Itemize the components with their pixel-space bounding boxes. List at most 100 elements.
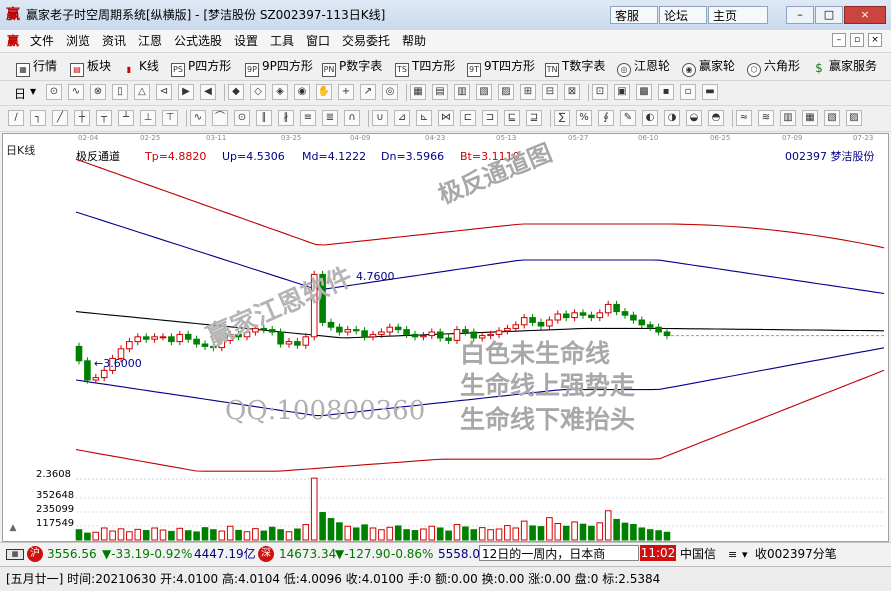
draw-tool-icon[interactable]: ⊙ xyxy=(234,110,250,126)
func-winner-wheel-button[interactable]: ◉ 赢家轮 xyxy=(682,58,735,77)
chart-tool-icon[interactable]: ⊡ xyxy=(592,84,608,100)
mdi-minimize-button[interactable]: – xyxy=(832,33,846,47)
mdi-restore-button[interactable]: ▫ xyxy=(850,33,864,47)
keyboard-icon[interactable]: ▦ xyxy=(6,549,24,560)
func-9t-square-button[interactable]: 9T 9T四方形 xyxy=(467,58,535,77)
func-plates-button[interactable]: ▤ 板块 xyxy=(70,58,111,77)
customer-service-link[interactable]: 客服 xyxy=(610,6,658,24)
draw-tool-icon[interactable]: ⊑ xyxy=(504,110,520,126)
chart-tool-icon[interactable]: ▤ xyxy=(432,84,448,100)
func-t-table-button[interactable]: TN T数字表 xyxy=(545,58,605,77)
chart-tool-icon[interactable]: ▩ xyxy=(636,84,652,100)
sort-down-icon[interactable]: ▾ xyxy=(742,547,748,562)
period-selector[interactable]: 日 xyxy=(14,85,26,102)
chart-tool-icon[interactable]: ▥ xyxy=(454,84,470,100)
draw-tool-icon[interactable]: % xyxy=(576,110,592,126)
maximize-button[interactable]: □ xyxy=(815,6,843,24)
chart-tool-icon[interactable]: ▫ xyxy=(680,84,696,100)
draw-tool-icon[interactable]: ≡ xyxy=(300,110,316,126)
chart-tool-icon[interactable]: ⊠ xyxy=(564,84,580,100)
draw-tool-icon[interactable]: ∥ xyxy=(256,110,272,126)
chart-tool-icon[interactable]: ◉ xyxy=(294,84,310,100)
chart-tool-icon[interactable]: ⊟ xyxy=(542,84,558,100)
draw-tool-icon[interactable]: ▧ xyxy=(824,110,840,126)
forum-link[interactable]: 论坛 xyxy=(659,6,707,24)
func-kline-button[interactable]: ▮ K线 xyxy=(122,58,159,75)
chart-tool-icon[interactable]: ▬ xyxy=(702,84,718,100)
menu-window[interactable]: 窗口 xyxy=(306,33,330,49)
func-p-square-button[interactable]: PS P四方形 xyxy=(171,58,231,77)
menu-tools[interactable]: 工具 xyxy=(270,33,294,49)
chart-tool-icon[interactable]: △ xyxy=(134,84,150,100)
chart-tool-icon[interactable]: ◎ xyxy=(382,84,398,100)
draw-tool-icon[interactable]: ∕ xyxy=(8,110,24,126)
func-p-table-button[interactable]: PN P数字表 xyxy=(322,58,382,77)
draw-tool-icon[interactable]: ┼ xyxy=(74,110,90,126)
chart-tool-icon[interactable]: ▯ xyxy=(112,84,128,100)
sh-index-value[interactable]: 3556.56 xyxy=(47,547,97,562)
chart-tool-icon[interactable]: ⊞ xyxy=(520,84,536,100)
chart-tool-icon[interactable]: ◆ xyxy=(228,84,244,100)
draw-tool-icon[interactable]: ⊿ xyxy=(394,110,410,126)
draw-tool-icon[interactable]: ◒ xyxy=(686,110,702,126)
menu-gann[interactable]: 江恩 xyxy=(138,33,162,49)
draw-tool-icon[interactable]: ✎ xyxy=(620,110,636,126)
draw-tool-icon[interactable]: ┴ xyxy=(118,110,134,126)
chart-tool-icon[interactable]: ↗ xyxy=(360,84,376,100)
chart-tool-icon[interactable]: ◀ xyxy=(200,84,216,100)
minimize-button[interactable]: – xyxy=(786,6,814,24)
chart-tool-icon[interactable]: + xyxy=(338,84,354,100)
draw-tool-icon[interactable]: ≈ xyxy=(736,110,752,126)
draw-tool-icon[interactable]: ◑ xyxy=(664,110,680,126)
chart-tool-icon[interactable]: ⊙ xyxy=(46,84,62,100)
draw-tool-icon[interactable]: ∩ xyxy=(344,110,360,126)
chart-tool-icon[interactable]: ▶ xyxy=(178,84,194,100)
sz-index-value[interactable]: 14673.34 xyxy=(279,547,336,562)
draw-tool-icon[interactable]: ⋈ xyxy=(438,110,454,126)
draw-tool-icon[interactable]: ◓ xyxy=(708,110,724,126)
draw-tool-icon[interactable]: ┐ xyxy=(30,110,46,126)
chart-tool-icon[interactable]: ▧ xyxy=(476,84,492,100)
scroll-up-icon[interactable]: ▲ xyxy=(6,522,20,534)
align-icon[interactable]: ≡ xyxy=(728,547,752,562)
close-button[interactable]: × xyxy=(844,6,886,24)
chart-tool-icon[interactable]: ▦ xyxy=(410,84,426,100)
chart-tool-icon[interactable]: ⊗ xyxy=(90,84,106,100)
func-gann-wheel-button[interactable]: ◎ 江恩轮 xyxy=(617,58,670,77)
draw-tool-icon[interactable]: ≋ xyxy=(758,110,774,126)
menu-help[interactable]: 帮助 xyxy=(402,33,426,49)
func-hexagon-button[interactable]: ⬡ 六角形 xyxy=(747,58,800,77)
draw-tool-icon[interactable]: ∮ xyxy=(598,110,614,126)
func-quotes-button[interactable]: ▦ 行情 xyxy=(16,58,57,77)
menu-settings[interactable]: 设置 xyxy=(234,33,258,49)
draw-tool-icon[interactable]: ▦ xyxy=(802,110,818,126)
draw-tool-icon[interactable]: ⊐ xyxy=(482,110,498,126)
chart-tool-icon[interactable]: ▣ xyxy=(614,84,630,100)
func-9p-square-button[interactable]: 9P 9P四方形 xyxy=(245,58,313,77)
chevron-down-icon[interactable]: ▼ xyxy=(30,87,36,96)
menu-formula-pick[interactable]: 公式选股 xyxy=(174,33,222,49)
mdi-close-button[interactable]: × xyxy=(868,33,882,47)
draw-tool-icon[interactable]: ⊏ xyxy=(460,110,476,126)
func-service-button[interactable]: $ 赢家服务 xyxy=(812,58,877,75)
chart-tool-icon[interactable]: ◇ xyxy=(250,84,266,100)
draw-tool-icon[interactable]: ▥ xyxy=(780,110,796,126)
chart-tool-icon[interactable]: ▨ xyxy=(498,84,514,100)
draw-tool-icon[interactable]: ⊾ xyxy=(416,110,432,126)
draw-tool-icon[interactable]: ┬ xyxy=(96,110,112,126)
menu-trade[interactable]: 交易委托 xyxy=(342,33,390,49)
draw-tool-icon[interactable]: ⊥ xyxy=(140,110,156,126)
draw-tool-icon[interactable]: ╱ xyxy=(52,110,68,126)
draw-tool-icon[interactable]: ∪ xyxy=(372,110,388,126)
watch-label[interactable]: 收002397分笔 xyxy=(755,547,837,562)
draw-tool-icon[interactable]: ≣ xyxy=(322,110,338,126)
chart-tool-icon[interactable]: ▪ xyxy=(658,84,674,100)
draw-tool-icon[interactable]: ◐ xyxy=(642,110,658,126)
draw-tool-icon[interactable]: ⌒ xyxy=(212,110,228,126)
chart-tool-icon[interactable]: ⊲ xyxy=(156,84,172,100)
func-t-square-button[interactable]: TS T四方形 xyxy=(395,58,455,77)
draw-tool-icon[interactable]: ⊒ xyxy=(526,110,542,126)
homepage-link[interactable]: 主页 xyxy=(708,6,768,24)
chart-tool-icon[interactable]: ◈ xyxy=(272,84,288,100)
menu-browse[interactable]: 浏览 xyxy=(66,33,90,49)
